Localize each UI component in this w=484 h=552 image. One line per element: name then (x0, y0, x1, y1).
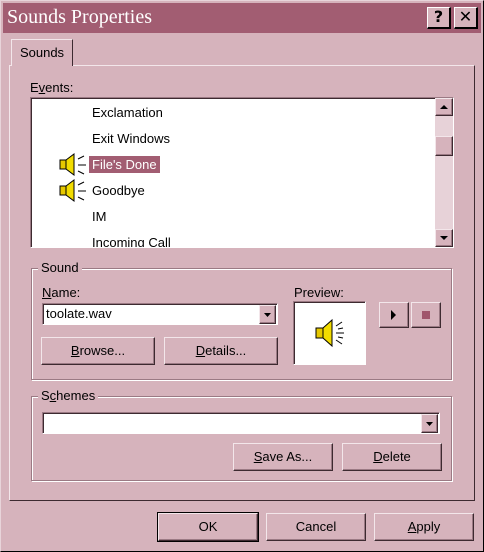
schemes-combobox[interactable] (42, 412, 440, 434)
stop-button[interactable] (411, 302, 441, 328)
help-icon: ? (433, 7, 444, 26)
schemes-group-label: Schemes (38, 388, 99, 403)
stop-icon (422, 311, 430, 319)
tab-sounds-label: Sounds (19, 45, 65, 60)
sound-name-dropdown-button[interactable] (259, 305, 276, 324)
preview-label: Preview: (294, 285, 344, 300)
window-title: Sounds Properties (7, 6, 152, 28)
event-list-item[interactable]: Goodbye (31, 178, 433, 204)
event-label: IM (92, 209, 107, 224)
details-button[interactable]: Details... (164, 337, 278, 365)
scroll-up-button[interactable] (435, 98, 453, 116)
speaker-icon (57, 178, 91, 207)
chevron-down-icon (426, 422, 433, 426)
event-list-item[interactable]: File's Done (31, 152, 433, 178)
title-bar[interactable]: Sounds Properties ? ✕ (3, 3, 481, 33)
event-list-item[interactable]: Exit Windows (31, 126, 433, 152)
sound-name-value: toolate.wav (46, 306, 112, 321)
schemes-dropdown-button[interactable] (421, 414, 438, 433)
arrow-down-icon (440, 236, 448, 240)
play-button[interactable] (379, 302, 409, 328)
event-label: Exit Windows (92, 131, 171, 146)
event-label: Exclamation (92, 105, 163, 120)
ok-button[interactable]: OK (157, 512, 259, 542)
ok-label: OK (198, 519, 218, 534)
speaker-icon (57, 152, 91, 181)
speaker-icon (315, 318, 344, 348)
scroll-thumb[interactable] (435, 136, 453, 156)
cancel-label: Cancel (295, 519, 337, 534)
apply-button[interactable]: Apply (374, 513, 474, 541)
event-list-item[interactable]: IM (31, 204, 433, 230)
event-list-item[interactable]: Exclamation (31, 100, 433, 126)
preview-box (293, 301, 366, 365)
arrow-up-icon (440, 105, 448, 109)
events-scrollbar[interactable] (435, 98, 453, 247)
event-label: File's Done (89, 156, 160, 173)
browse-button[interactable]: Browse... (41, 337, 155, 365)
close-button[interactable]: ✕ (454, 7, 478, 29)
save-as-button[interactable]: Save As... (233, 443, 333, 471)
cancel-button[interactable]: Cancel (266, 513, 366, 541)
event-list-item[interactable]: Incoming Call (31, 230, 433, 248)
events-listbox[interactable]: Exclamation Exit Windows File's Done Goodby… (30, 97, 454, 248)
events-label: Events: (30, 80, 74, 95)
scroll-down-button[interactable] (435, 229, 453, 247)
chevron-down-icon (264, 313, 271, 317)
close-icon: ✕ (458, 7, 473, 26)
event-label: Incoming Call (92, 235, 171, 248)
event-label: Goodbye (92, 183, 145, 198)
play-icon (391, 310, 396, 320)
sound-name-combobox[interactable]: toolate.wav (42, 303, 278, 325)
tab-sounds[interactable]: Sounds (11, 39, 73, 66)
help-button[interactable]: ? (427, 7, 451, 29)
name-label: Name: (42, 285, 81, 300)
sounds-properties-window: Sounds Properties ? ✕ Sounds Events: Exc… (0, 0, 484, 552)
sound-group-label: Sound (38, 260, 82, 275)
delete-button[interactable]: Delete (342, 443, 442, 471)
